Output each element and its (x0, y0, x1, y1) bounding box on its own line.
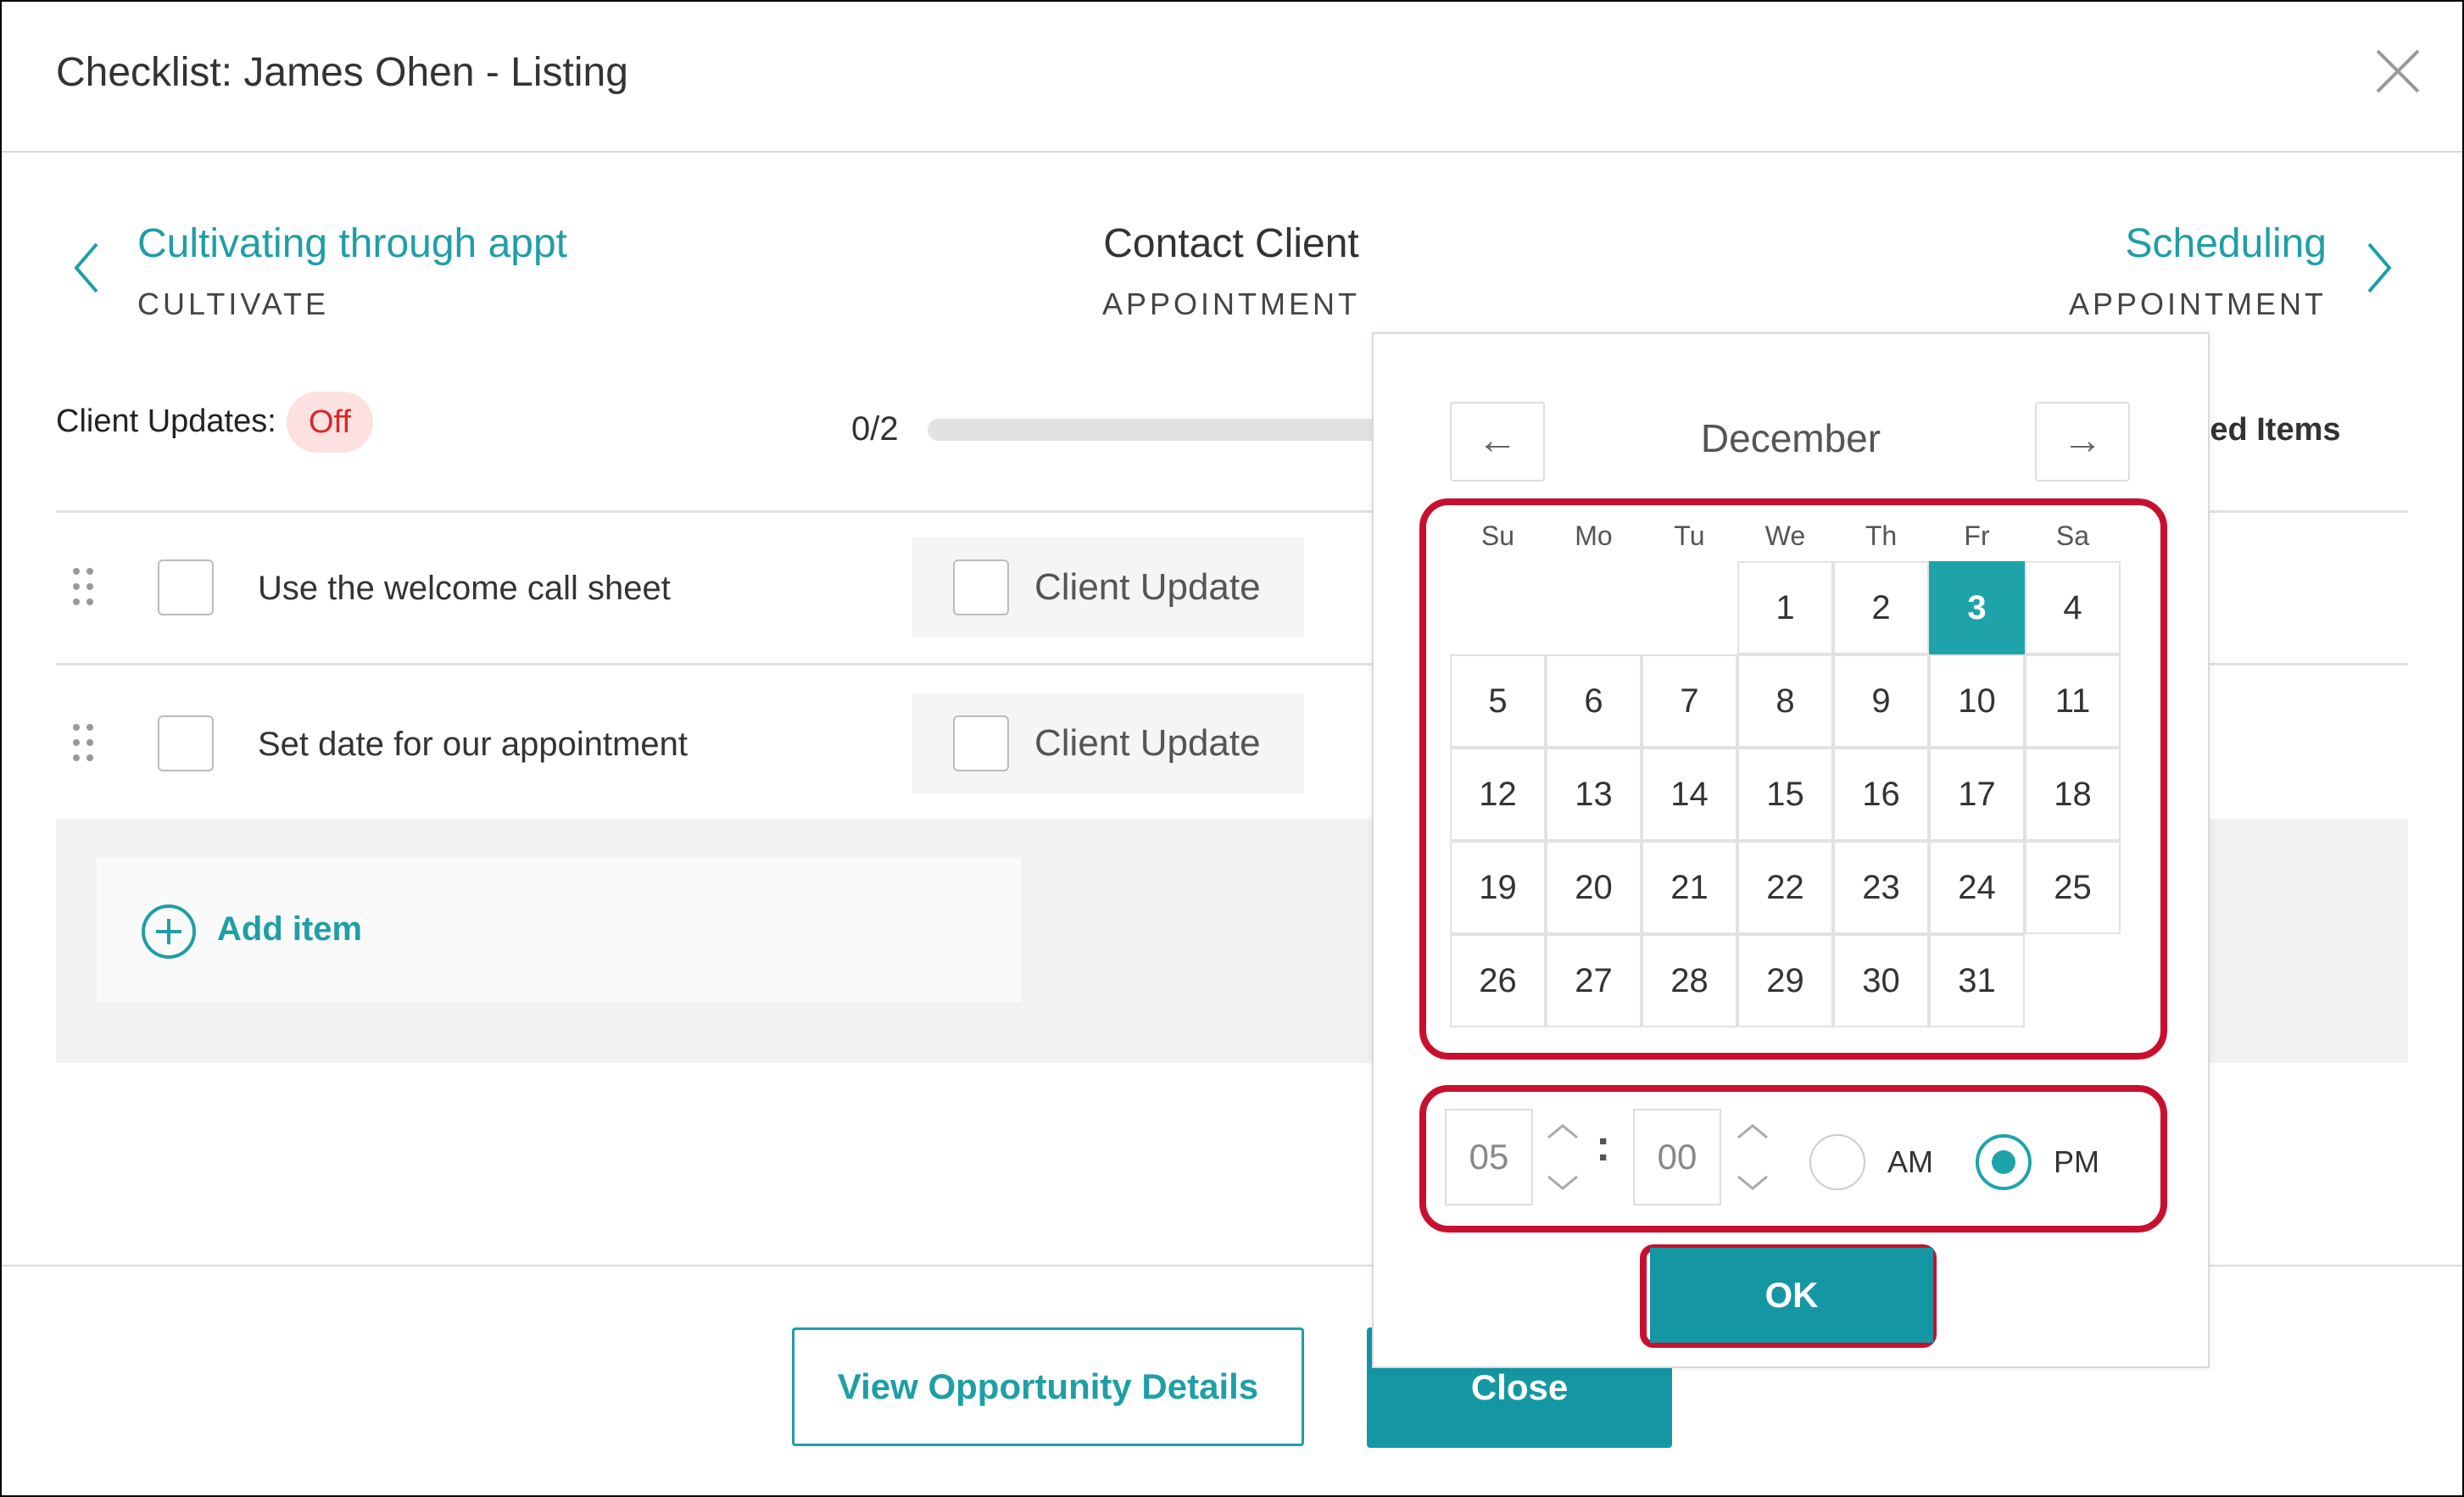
weekday-label: Mo (1575, 520, 1613, 551)
calendar-day[interactable]: 28 (1642, 934, 1737, 1027)
weekday-label: Fr (1964, 520, 1990, 551)
add-item-label[interactable]: Add item (217, 910, 362, 949)
calendar-day[interactable]: 15 (1737, 748, 1833, 841)
close-icon[interactable] (2372, 46, 2423, 97)
client-updates-label: Client Updates: (56, 403, 276, 439)
item-text: Set date for our appointment (258, 726, 688, 763)
next-stage-link[interactable]: Scheduling (1867, 220, 2327, 267)
month-label: December (1700, 416, 1881, 460)
checklist-dialog: Checklist: James Ohen - Listing Cultivat… (0, 0, 2464, 1497)
previous-stage-category: CULTIVATE (137, 287, 330, 321)
calendar-day[interactable]: 6 (1546, 654, 1642, 748)
item-text: Use the welcome call sheet (258, 570, 671, 607)
divider (2210, 663, 2408, 665)
calendar-day[interactable]: 26 (1450, 934, 1546, 1027)
dialog-title: Checklist: James Ohen - Listing (56, 50, 628, 95)
client-update-label: Client Update (1034, 722, 1261, 764)
hour-field[interactable]: 05 (1445, 1109, 1533, 1205)
client-update-label: Client Update (1034, 566, 1261, 608)
calendar-day[interactable]: 7 (1642, 654, 1737, 748)
previous-stage-link[interactable]: Cultivating through appt (137, 220, 567, 267)
calendar-day[interactable]: 1 (1737, 561, 1833, 654)
calendar-day[interactable]: 31 (1929, 934, 2025, 1027)
item-checkbox[interactable] (158, 559, 214, 615)
weekday-label: Su (1480, 520, 1515, 551)
next-month-button[interactable]: → (2035, 402, 2130, 481)
calendar-day[interactable]: 4 (2025, 561, 2121, 654)
divider (56, 663, 1379, 665)
calendar-day[interactable]: 24 (1929, 841, 2025, 934)
calendar-day[interactable]: 8 (1737, 654, 1833, 748)
item-checkbox[interactable] (158, 715, 214, 771)
chevron-right-icon[interactable] (2364, 241, 2394, 295)
calendar-day[interactable]: 21 (1642, 841, 1737, 934)
calendar-day[interactable]: 9 (1833, 654, 1929, 748)
chevron-left-icon[interactable] (71, 241, 102, 295)
calendar-day[interactable]: 18 (2025, 748, 2121, 841)
client-updates-toggle[interactable]: Off (287, 392, 373, 453)
calendar-day[interactable]: 2 (1833, 561, 1929, 654)
calendar-day[interactable]: 14 (1642, 748, 1737, 841)
am-radio[interactable] (1809, 1134, 1865, 1190)
prev-month-button[interactable]: ← (1450, 402, 1545, 481)
dialog-header: Checklist: James Ohen - Listing (2, 2, 2462, 153)
minute-field[interactable]: 00 (1633, 1109, 1721, 1205)
next-stage-category: APPOINTMENT (2068, 287, 2327, 321)
calendar-day[interactable]: 19 (1450, 841, 1546, 934)
arrow-left-icon: ← (1477, 418, 1518, 463)
plus-circle-icon[interactable] (141, 904, 197, 964)
calendar-day[interactable]: 13 (1546, 748, 1642, 841)
calendar-day[interactable]: 12 (1450, 748, 1546, 841)
drag-handle-icon[interactable] (73, 568, 98, 609)
minute-stepper[interactable] (1733, 1119, 1772, 1195)
calendar-day[interactable]: 11 (2025, 654, 2121, 748)
view-opportunity-details-button[interactable]: View Opportunity Details (792, 1327, 1304, 1446)
calendar-day[interactable]: 30 (1833, 934, 1929, 1027)
progress-count: 0/2 (851, 410, 899, 448)
calendar-day[interactable]: 22 (1737, 841, 1833, 934)
calendar-day[interactable]: 5 (1450, 654, 1546, 748)
weekday-header: Su Mo Tu We Th Fr Sa (1450, 520, 2127, 558)
arrow-right-icon: → (2062, 418, 2103, 463)
current-stage-category: APPOINTMENT (1101, 287, 1360, 321)
client-update-checkbox[interactable] (953, 559, 1009, 615)
weekday-label: We (1764, 520, 1806, 551)
weekday-label: Sa (2055, 520, 2090, 551)
client-update-option[interactable]: Client Update (912, 693, 1304, 793)
client-update-checkbox[interactable] (953, 715, 1009, 771)
am-label: AM (1887, 1144, 1933, 1179)
calendar-day-selected[interactable]: 3 (1929, 561, 2025, 654)
calendar-day[interactable]: 29 (1737, 934, 1833, 1027)
time-separator: : (1596, 1121, 1611, 1171)
calendar-day[interactable]: 20 (1546, 841, 1642, 934)
calendar-day[interactable]: 25 (2025, 841, 2121, 934)
weekday-label: Th (1865, 520, 1898, 551)
calendar-day[interactable]: 27 (1546, 934, 1642, 1027)
current-stage-title: Contact Client (1103, 221, 1359, 266)
hour-stepper[interactable] (1543, 1119, 1582, 1195)
client-update-option[interactable]: Client Update (912, 537, 1304, 637)
ok-button[interactable]: OK (1650, 1248, 1933, 1343)
pm-label: PM (2054, 1144, 2099, 1179)
calendar-day[interactable]: 23 (1833, 841, 1929, 934)
pm-radio[interactable] (1976, 1134, 2032, 1190)
calendar-grid: 1 2 3 4 5 6 7 8 9 10 11 12 13 14 15 16 17 18 19 20 21 22 23 24 2… (1450, 561, 2127, 1032)
drag-handle-icon[interactable] (73, 724, 98, 765)
calendar-day[interactable]: 10 (1929, 654, 2025, 748)
progress-bar (928, 419, 1385, 441)
calendar-day[interactable]: 17 (1929, 748, 2025, 841)
weekday-label: Tu (1674, 520, 1705, 551)
calendar-day[interactable]: 16 (1833, 748, 1929, 841)
